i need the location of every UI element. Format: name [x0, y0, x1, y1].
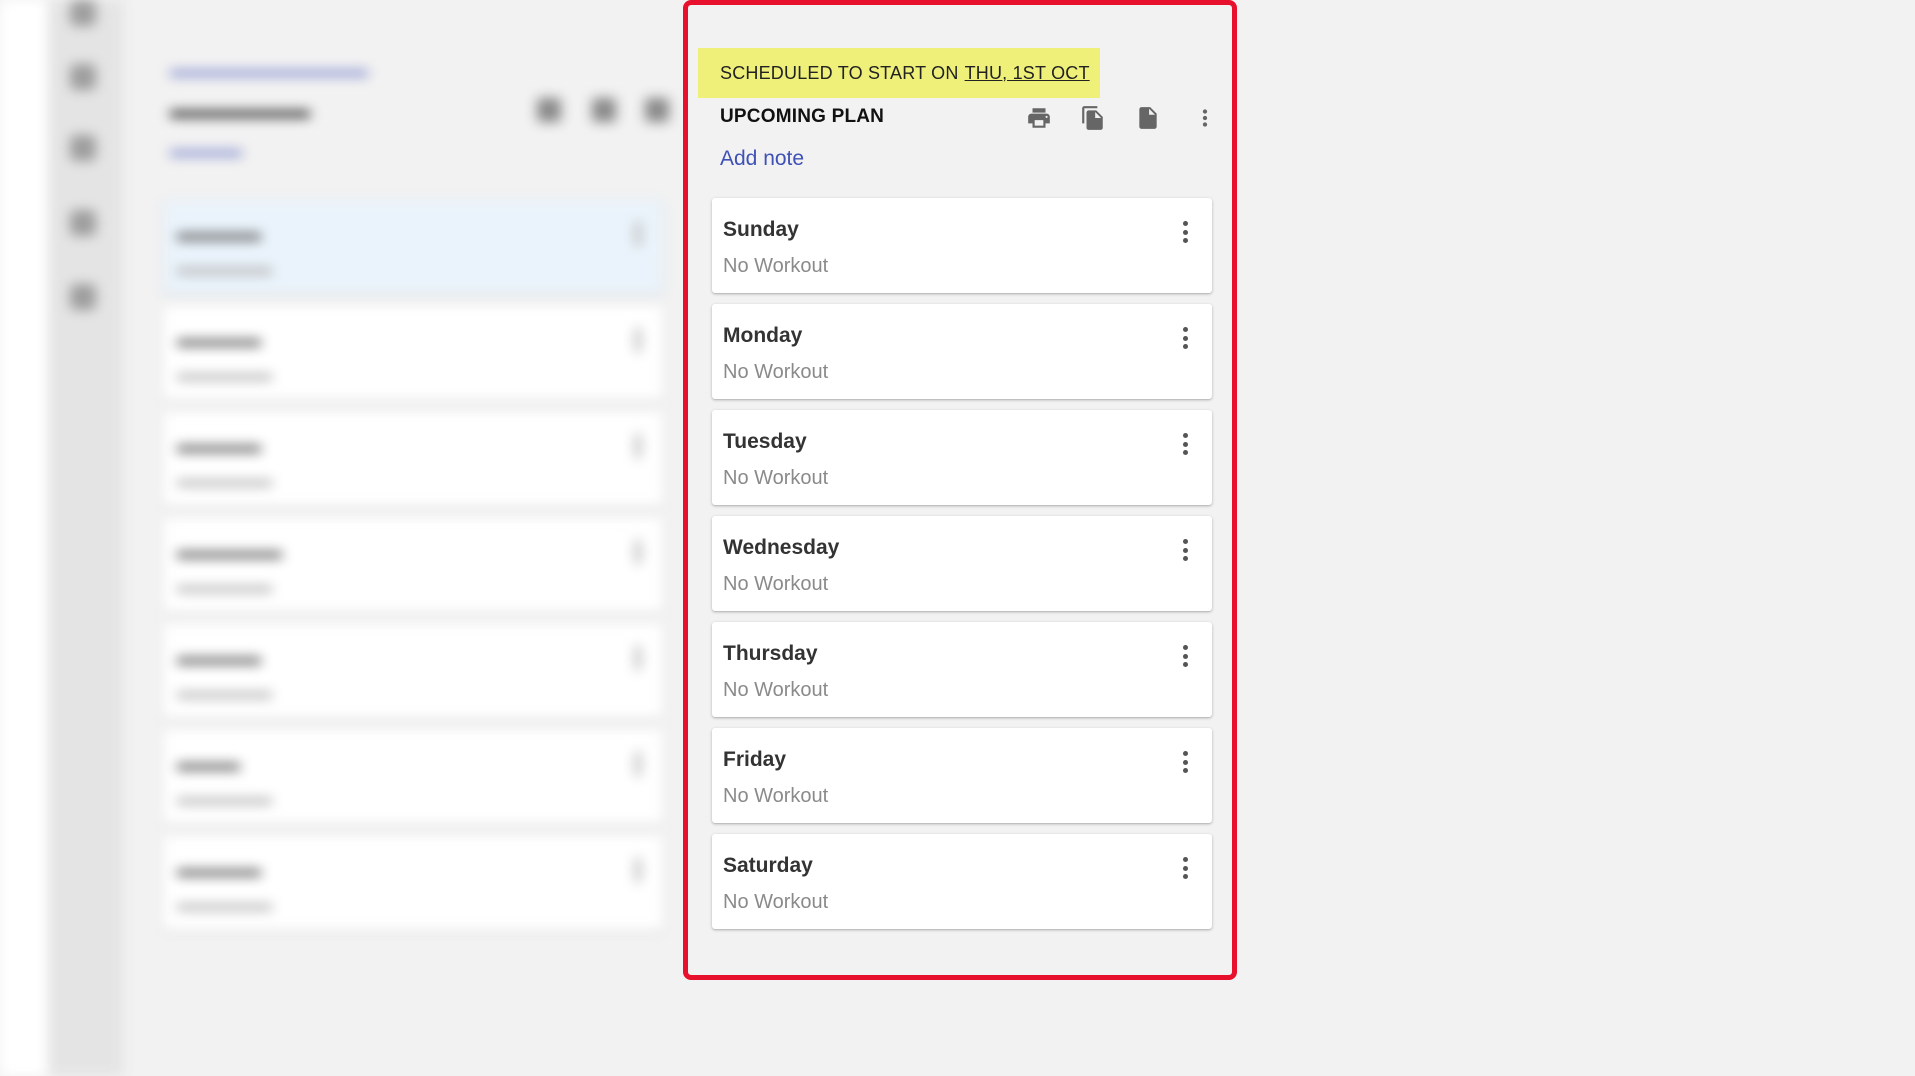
nav-icon — [70, 210, 96, 236]
blurred-card: ▬▬▬ ▬▬▬▬▬ — [163, 730, 663, 824]
day-name: Monday — [723, 324, 803, 347]
day-card-tuesday[interactable]: Tuesday No Workout — [712, 410, 1212, 505]
more-vert-icon[interactable] — [1174, 430, 1196, 458]
day-card-monday[interactable]: Monday No Workout — [712, 304, 1212, 399]
blurred-card: ▬▬▬▬ ▬▬▬▬▬ — [163, 836, 663, 930]
day-status: No Workout — [723, 361, 829, 383]
blurred-card: ▬▬▬▬▬ ▬▬▬▬▬ — [163, 518, 663, 612]
document-icon — [1139, 107, 1157, 129]
day-status: No Workout — [723, 255, 829, 277]
day-status: No Workout — [723, 785, 829, 807]
blurred-card: ▬▬▬▬ ▬▬▬▬▬ — [163, 200, 663, 294]
more-vert-icon[interactable] — [1174, 324, 1196, 352]
day-name: Saturday — [723, 854, 813, 877]
blurred-card: ▬▬▬▬ ▬▬▬▬▬ — [163, 624, 663, 718]
blurred-tool-icon — [537, 98, 561, 122]
day-status: No Workout — [723, 891, 829, 913]
more-options-button[interactable] — [1188, 101, 1222, 135]
nav-icon — [70, 135, 96, 161]
blurred-link: ▬▬▬▬▬▬▬▬▬▬▬ — [170, 60, 368, 80]
day-name: Tuesday — [723, 430, 807, 453]
day-status: No Workout — [723, 573, 829, 595]
copy-icon — [1082, 106, 1103, 130]
document-button[interactable] — [1131, 101, 1165, 135]
blurred-tool-icon — [645, 98, 669, 122]
more-vert-icon — [1202, 109, 1208, 127]
day-card-thursday[interactable]: Thursday No Workout — [712, 622, 1212, 717]
print-icon — [1028, 108, 1050, 128]
more-vert-icon[interactable] — [1174, 218, 1196, 246]
left-margin — [0, 0, 48, 1076]
day-card-sunday[interactable]: Sunday No Workout — [712, 198, 1212, 293]
blurred-card: ▬▬▬▬ ▬▬▬▬▬ — [163, 306, 663, 400]
schedule-date-link[interactable]: THU, 1ST OCT — [965, 63, 1090, 84]
more-vert-icon[interactable] — [1174, 642, 1196, 670]
day-status: No Workout — [723, 467, 829, 489]
print-button[interactable] — [1022, 101, 1056, 135]
nav-icon — [70, 0, 96, 26]
app-page: ▬▬▬▬▬▬▬▬▬▬▬ ▬▬▬▬▬▬▬ ▬▬▬▬ ▬▬▬▬ ▬▬▬▬▬ ▬▬▬▬ ▬… — [0, 0, 1915, 1076]
nav-icon — [70, 64, 96, 90]
blurred-note: ▬▬▬▬ — [170, 140, 242, 160]
add-note-link[interactable]: Add note — [720, 147, 804, 171]
plan-title: UPCOMING PLAN — [720, 106, 885, 127]
day-name: Wednesday — [723, 536, 840, 559]
day-card-friday[interactable]: Friday No Workout — [712, 728, 1212, 823]
blurred-tool-icon — [592, 98, 616, 122]
more-vert-icon[interactable] — [1174, 854, 1196, 882]
day-name: Sunday — [723, 218, 799, 241]
blurred-title: ▬▬▬▬▬▬▬ — [170, 100, 310, 122]
nav-icon — [70, 284, 96, 310]
day-status: No Workout — [723, 679, 829, 701]
day-card-saturday[interactable]: Saturday No Workout — [712, 834, 1212, 929]
copy-button[interactable] — [1076, 101, 1110, 135]
day-card-wednesday[interactable]: Wednesday No Workout — [712, 516, 1212, 611]
more-vert-icon[interactable] — [1174, 748, 1196, 776]
more-vert-icon[interactable] — [1174, 536, 1196, 564]
day-name: Friday — [723, 748, 787, 771]
nav-rail — [48, 0, 123, 1076]
schedule-prefix: SCHEDULED TO START ON — [720, 62, 959, 83]
blurred-card: ▬▬▬▬ ▬▬▬▬▬ — [163, 412, 663, 506]
upcoming-plan-panel: SCHEDULED TO START ON THU, 1ST OCT UPCOM… — [683, 0, 1237, 980]
day-name: Thursday — [723, 642, 818, 665]
blurred-background: ▬▬▬▬▬▬▬▬▬▬▬ ▬▬▬▬▬▬▬ ▬▬▬▬ ▬▬▬▬ ▬▬▬▬▬ ▬▬▬▬ ▬… — [0, 0, 680, 1076]
schedule-banner: SCHEDULED TO START ON THU, 1ST OCT — [698, 48, 1100, 98]
